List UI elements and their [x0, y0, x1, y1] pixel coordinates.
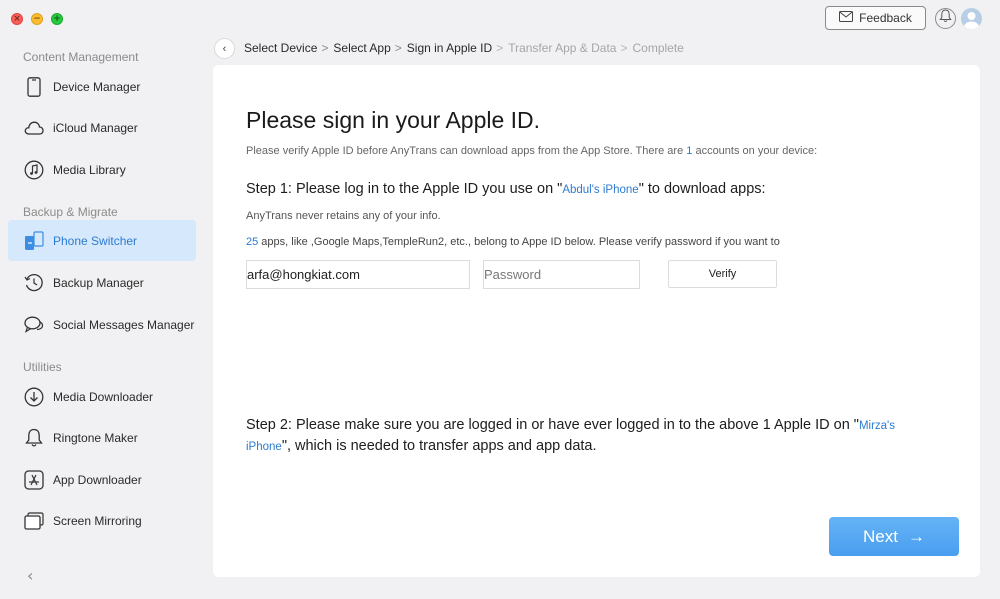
sidebar-item-screen-mirroring[interactable]: Screen Mirroring	[8, 500, 196, 541]
sidebar: Content Management Device Manager iCloud…	[0, 40, 205, 599]
sidebar-item-media-downloader[interactable]: Media Downloader	[8, 376, 196, 417]
window-controls: × − +	[11, 13, 63, 25]
app-count: 25	[246, 236, 259, 248]
feedback-label: Feedback	[859, 11, 912, 25]
sidebar-item-label: Social Messages Manager	[53, 317, 195, 332]
next-button[interactable]: Next →	[829, 517, 959, 556]
source-device-name: Abdul's iPhone	[562, 184, 639, 196]
section-title-content-management: Content Management	[23, 50, 139, 64]
step-2-heading: Step 2: Please make sure you are logged …	[246, 415, 926, 457]
section-title-backup-migrate: Backup & Migrate	[23, 205, 118, 219]
screen-mirror-icon	[24, 511, 44, 531]
breadcrumb: Select Device > Select App > Sign in App…	[244, 41, 684, 55]
breadcrumb-step-transfer: Transfer App & Data	[508, 41, 617, 55]
breadcrumb-separator: >	[394, 41, 402, 55]
sidebar-item-media-library[interactable]: Media Library	[8, 149, 196, 190]
sidebar-item-label: iCloud Manager	[53, 120, 138, 135]
mail-icon	[839, 11, 854, 25]
feedback-button[interactable]: Feedback	[825, 6, 926, 30]
close-window-button[interactable]: ×	[11, 13, 23, 25]
sidebar-item-label: Device Manager	[53, 79, 141, 94]
sidebar-item-label: Media Library	[53, 162, 126, 177]
sidebar-item-phone-switcher[interactable]: Phone Switcher	[8, 220, 196, 261]
bell-icon	[939, 9, 952, 28]
main-panel: Please sign in your Apple ID. Please ver…	[213, 65, 980, 577]
sidebar-item-backup-manager[interactable]: Backup Manager	[8, 262, 196, 303]
breadcrumb-separator: >	[321, 41, 329, 55]
password-field[interactable]	[483, 260, 640, 289]
sidebar-item-label: Media Downloader	[53, 389, 154, 404]
apps-info-text: apps, like ,Google Maps,TempleRun2, etc.…	[258, 236, 780, 248]
sidebar-item-label: Backup Manager	[53, 275, 144, 290]
maximize-window-button[interactable]: +	[51, 13, 63, 25]
app-store-icon	[24, 469, 44, 490]
step-1-text-end: " to download apps:	[638, 181, 766, 197]
phone-icon	[24, 76, 44, 97]
privacy-note: AnyTrans never retains any of your info.	[246, 210, 441, 222]
step-1-heading: Step 1: Please log in to the Apple ID yo…	[246, 181, 766, 197]
phone-switch-icon	[24, 230, 44, 251]
step-2-text: Step 2: Please make sure you are logged …	[246, 417, 859, 433]
sidebar-item-label: App Downloader	[53, 472, 142, 487]
page-title: Please sign in your Apple ID.	[246, 107, 541, 133]
breadcrumb-step-complete: Complete	[632, 41, 684, 55]
music-icon	[24, 160, 44, 180]
subtitle-text: Please verify Apple ID before AnyTrans c…	[246, 145, 687, 157]
minimize-icon: −	[33, 13, 41, 24]
download-icon	[24, 387, 44, 407]
chevron-left-icon: ‹	[27, 566, 34, 585]
close-icon: ×	[13, 13, 21, 24]
user-avatar[interactable]	[961, 8, 982, 29]
chat-icon	[24, 315, 44, 335]
sidebar-item-device-manager[interactable]: Device Manager	[8, 66, 196, 107]
apple-id-email-field[interactable]	[246, 260, 470, 289]
sidebar-item-label: Phone Switcher	[53, 233, 138, 248]
notifications-button[interactable]	[935, 8, 956, 29]
step-1-text: Step 1: Please log in to the Apple ID yo…	[246, 181, 563, 197]
user-avatar-icon	[964, 12, 979, 29]
bell-icon	[24, 428, 44, 448]
breadcrumb-step-select-app: Select App	[333, 41, 391, 55]
breadcrumb-separator: >	[496, 41, 504, 55]
minimize-window-button[interactable]: −	[31, 13, 43, 25]
collapse-sidebar-button[interactable]: ‹	[27, 566, 33, 585]
sidebar-item-label: Screen Mirroring	[53, 513, 142, 528]
step-2-text-end: ", which is needed to transfer apps and …	[281, 438, 597, 454]
apps-info: 25 apps, like ,Google Maps,TempleRun2, e…	[246, 236, 780, 248]
breadcrumb-step-sign-in: Sign in Apple ID	[406, 41, 493, 55]
sidebar-item-icloud-manager[interactable]: iCloud Manager	[8, 107, 196, 148]
subtitle: Please verify Apple ID before AnyTrans c…	[246, 145, 817, 157]
section-title-utilities: Utilities	[23, 360, 62, 374]
sidebar-item-label: Ringtone Maker	[53, 430, 138, 445]
clock-back-icon	[24, 273, 44, 293]
back-button[interactable]: ‹	[214, 38, 235, 59]
breadcrumb-separator: >	[620, 41, 628, 55]
arrow-right-icon: →	[907, 526, 925, 546]
sidebar-item-app-downloader[interactable]: App Downloader	[8, 459, 196, 500]
next-label: Next	[863, 526, 898, 546]
sidebar-item-ringtone-maker[interactable]: Ringtone Maker	[8, 417, 196, 458]
verify-button[interactable]: Verify	[668, 260, 777, 288]
breadcrumb-step-select-device: Select Device	[244, 41, 318, 55]
sidebar-item-social-messages-manager[interactable]: Social Messages Manager	[8, 304, 196, 345]
maximize-icon: +	[53, 13, 61, 24]
cloud-icon	[24, 118, 44, 138]
subtitle-text-end: accounts on your device:	[692, 145, 818, 157]
chevron-left-icon: ‹	[222, 42, 227, 55]
